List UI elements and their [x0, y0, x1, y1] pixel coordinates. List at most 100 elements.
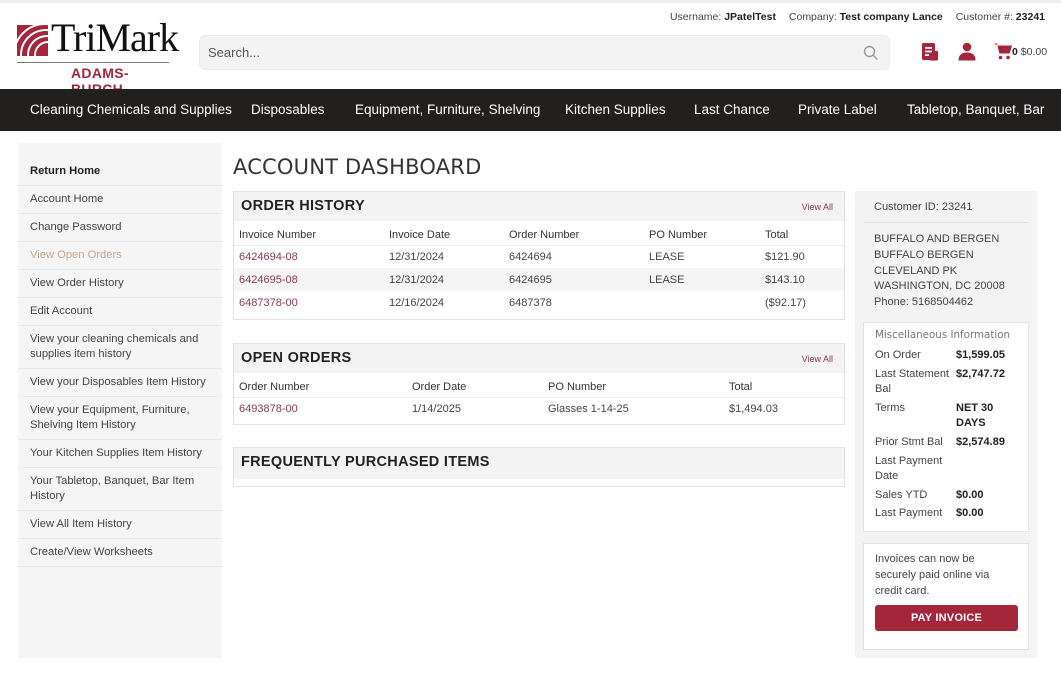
sidebar-item-account-home[interactable]: Account Home — [18, 186, 222, 214]
cart-icon[interactable] — [993, 42, 1013, 61]
customer-address: BUFFALO AND BERGEN BUFFALO BERGEN CLEVEL… — [874, 232, 1005, 311]
cart-count: 0 — [1012, 46, 1018, 58]
sidebar-item-change-password[interactable]: Change Password — [18, 214, 222, 242]
invoice-date: 12/31/2024 — [389, 250, 445, 263]
column-header: Order Number — [504, 221, 644, 246]
invoice-date: 12/16/2024 — [389, 296, 445, 309]
column-header: Order Number — [234, 373, 407, 398]
open-orders-view-all-link[interactable]: View All — [802, 354, 833, 364]
sidebar-item-tabletop-history[interactable]: Your Tabletop, Banquet, Bar Item History — [18, 468, 222, 511]
nav-equipment[interactable]: Equipment, Furniture, Shelving — [355, 89, 540, 131]
misc-info-table: On Order $1,599.05 Last Statement Bal $2,7… — [870, 347, 1020, 524]
customer-number-value: 23241 — [1015, 11, 1045, 23]
misc-value: $2,574.89 — [956, 435, 1005, 448]
misc-label: Prior Stmt Bal — [875, 435, 943, 448]
invoices-icon[interactable] — [921, 42, 941, 61]
misc-label: Last Statement Bal — [875, 367, 949, 396]
table-header-row: Order Number Order Date PO Number Total — [234, 373, 844, 398]
misc-row: On Order $1,599.05 — [870, 347, 1020, 366]
po-number — [644, 291, 760, 314]
brand-logo[interactable]: TriMark ADAMS-BURCH — [17, 16, 179, 97]
misc-label: On Order — [875, 349, 921, 361]
sidebar-item-worksheets[interactable]: Create/View Worksheets — [18, 539, 222, 567]
search-bar — [199, 35, 890, 70]
customer-id: Customer ID: 23241 — [874, 201, 973, 213]
sidebar-item-edit-account[interactable]: Edit Account — [18, 298, 222, 326]
address-line: BUFFALO AND BERGEN — [874, 233, 1000, 245]
misc-info-title: Miscellaneous Information — [875, 329, 1011, 341]
pay-invoice-box: Invoices can now be securely paid online… — [863, 543, 1029, 650]
company-value: Test company Lance — [839, 11, 943, 23]
misc-value: NET 30 DAYS — [956, 401, 994, 430]
open-orders-table: Order Number Order Date PO Number Total … — [234, 373, 844, 420]
nav-tabletop[interactable]: Tabletop, Banquet, Bar — [907, 89, 1044, 131]
column-header: Order Date — [407, 373, 543, 398]
total: ($92.17) — [765, 296, 806, 309]
cart-summary[interactable]: 0 $0.00 — [1012, 46, 1047, 58]
table-row: 6424694-08 12/31/2024 6424694 LEASE $121… — [234, 245, 844, 268]
column-header: Total — [724, 373, 844, 398]
user-icon[interactable] — [957, 42, 977, 61]
column-header: PO Number — [543, 373, 724, 398]
frequently-purchased-title: FREQUENTLY PURCHASED ITEMS — [241, 454, 490, 470]
invoice-link[interactable]: 6487378-00 — [239, 297, 298, 309]
search-icon[interactable] — [863, 45, 879, 61]
order-link[interactable]: 6493878-00 — [239, 403, 298, 415]
search-input[interactable] — [208, 36, 848, 69]
misc-label: Last Payment — [875, 507, 943, 520]
total: $143.10 — [760, 268, 844, 291]
sidebar-item-kitchen-history[interactable]: Your Kitchen Supplies Item History — [18, 440, 222, 468]
sidebar-item-cleaning-history[interactable]: View your cleaning chemicals and supplie… — [18, 326, 222, 369]
misc-row: Last Statement Bal $2,747.72 — [870, 366, 1020, 400]
cart-total: $0.00 — [1020, 46, 1048, 58]
sidebar-item-disposables-history[interactable]: View your Disposables Item History — [18, 369, 222, 397]
frequently-purchased-panel: FREQUENTLY PURCHASED ITEMS — [233, 447, 845, 487]
username-value: JPatelTest — [724, 11, 776, 23]
open-orders-title: OPEN ORDERS — [241, 350, 352, 366]
misc-label: Terms — [875, 401, 905, 414]
sidebar-item-equipment-history[interactable]: View your Equipment, Furniture, Shelving… — [18, 397, 222, 440]
invoice-link[interactable]: 6424694-08 — [239, 251, 298, 263]
misc-value: $1,599.05 — [956, 349, 1005, 361]
sidebar-item-view-open-orders[interactable]: View Open Orders — [18, 242, 222, 270]
order-history-header: ORDER HISTORY View All — [234, 192, 844, 221]
misc-label: Last Payment Date — [875, 454, 943, 483]
divider — [864, 222, 1028, 223]
column-header: Total — [760, 221, 844, 246]
pay-invoice-button[interactable]: PAY INVOICE — [875, 605, 1018, 631]
account-sidebar: Return Home Account Home Change Password… — [18, 143, 222, 658]
misc-label: Sales YTD — [875, 488, 928, 501]
invoice-link[interactable]: 6424695-08 — [239, 274, 298, 286]
order-number: 6424695 — [504, 268, 644, 291]
nav-cleaning-chemicals[interactable]: Cleaning Chemicals and Supplies — [30, 89, 232, 131]
misc-value: $2,747.72 — [956, 367, 1005, 380]
order-history-view-all-link[interactable]: View All — [802, 202, 833, 212]
po-number: LEASE — [649, 250, 685, 263]
table-header-row: Invoice Number Invoice Date Order Number… — [234, 221, 844, 246]
order-date: 1/14/2025 — [412, 402, 461, 415]
table-row: 6487378-00 12/16/2024 6487378 ($92.17) — [234, 291, 844, 314]
order-history-panel: ORDER HISTORY View All Invoice Number In… — [233, 191, 845, 320]
order-history-table: Invoice Number Invoice Date Order Number… — [234, 221, 844, 314]
sidebar-item-all-history[interactable]: View All Item History — [18, 511, 222, 539]
po-number: LEASE — [644, 268, 760, 291]
sidebar-item-view-order-history[interactable]: View Order History — [18, 270, 222, 298]
nav-private-label[interactable]: Private Label — [798, 89, 877, 131]
frequently-purchased-header: FREQUENTLY PURCHASED ITEMS — [234, 448, 844, 479]
table-row: 6424695-08 12/31/2024 6424695 LEASE $143… — [234, 268, 844, 291]
total: $1,494.03 — [729, 402, 778, 415]
order-history-title: ORDER HISTORY — [241, 198, 365, 214]
nav-disposables[interactable]: Disposables — [251, 89, 325, 131]
pay-invoice-message: Invoices can now be securely paid online… — [875, 553, 990, 597]
company-label: Company: — [788, 11, 837, 23]
order-number: 6487378 — [509, 296, 552, 309]
column-header: Invoice Date — [384, 221, 504, 246]
misc-value: $0.00 — [956, 507, 984, 520]
sidebar-item-return-home[interactable]: Return Home — [18, 159, 222, 186]
nav-last-chance[interactable]: Last Chance — [694, 89, 770, 131]
username-label: Username: — [669, 11, 722, 23]
address-line: WASHINGTON, DC 20008 — [874, 280, 1005, 293]
customer-info-column: Customer ID: 23241 BUFFALO AND BERGEN BU… — [855, 191, 1037, 658]
nav-kitchen-supplies[interactable]: Kitchen Supplies — [565, 89, 666, 131]
site-header: TriMark ADAMS-BURCH Username: JPatelTest… — [0, 0, 1061, 97]
